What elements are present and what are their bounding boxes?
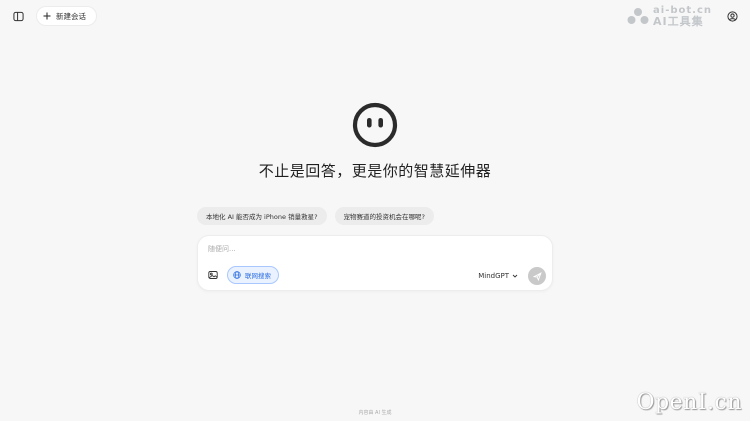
chat-composer: 随便问... 联网搜索 MindGPT [197,235,553,291]
send-button[interactable] [528,267,546,285]
new-chat-label: 新建会话 [56,11,86,21]
message-input[interactable]: 随便问... [208,244,236,254]
mindgpt-face-logo-icon [352,102,398,148]
composer-tools-right: MindGPT [478,267,546,285]
plus-icon [43,12,51,20]
web-search-toggle[interactable]: 联网搜索 [227,266,279,284]
hero-section: 不止是回答，更是你的智慧延伸器 [0,102,750,181]
suggestion-list: 本地化 AI 能否成为 iPhone 销量救星? 宠物赛道的投资机会在哪呢? [197,207,434,225]
send-icon [532,271,542,281]
watermark-logo: ai-bot.cn AI工具集 [627,6,712,27]
model-selector[interactable]: MindGPT [478,272,518,280]
user-avatar-icon[interactable] [722,7,742,27]
image-upload-icon[interactable] [205,267,221,283]
paw-logo-icon [627,7,649,24]
top-right-toolbar: ai-bot.cn AI工具集 [627,6,742,27]
page-headline: 不止是回答，更是你的智慧延伸器 [258,162,492,180]
globe-icon [233,271,241,279]
web-search-label: 联网搜索 [245,272,271,280]
suggestion-chip[interactable]: 宠物赛道的投资机会在哪呢? [334,207,434,225]
watermark-name: AI工具集 [653,15,704,28]
model-label: MindGPT [478,272,509,280]
top-left-toolbar: 新建会话 [8,6,97,26]
watermark-site: OpenI.cn [636,390,742,415]
chevron-down-icon [512,274,518,278]
new-chat-button[interactable]: 新建会话 [36,6,97,26]
composer-tools-left: 联网搜索 [205,266,279,284]
suggestion-chip[interactable]: 本地化 AI 能否成为 iPhone 销量救星? [197,207,327,225]
sidebar-toggle-icon[interactable] [8,6,28,26]
